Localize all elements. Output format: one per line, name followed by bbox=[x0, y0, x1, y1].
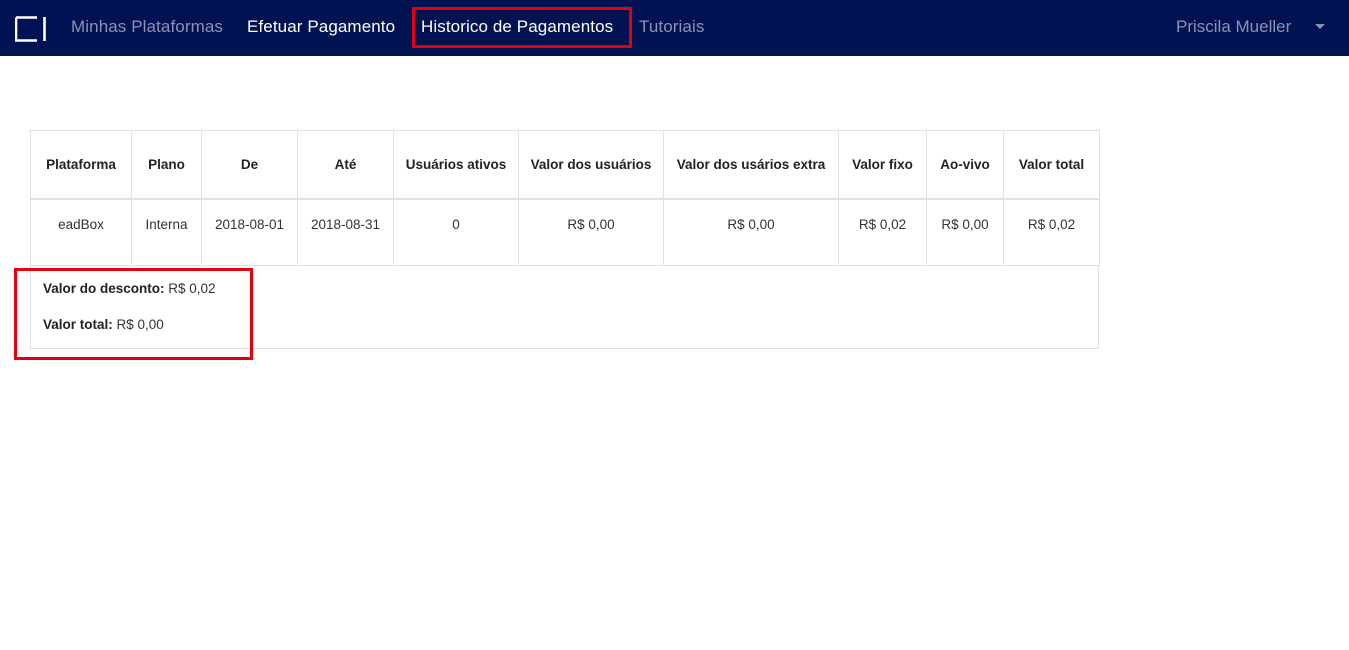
table-row: eadBox Interna 2018-08-01 2018-08-31 0 R… bbox=[30, 198, 1100, 266]
header-plataforma: Plataforma bbox=[30, 130, 132, 200]
total-line: Valor total: R$ 0,00 bbox=[43, 315, 1086, 351]
nav-minhas-plataformas[interactable]: Minhas Plataformas bbox=[71, 16, 223, 38]
brand-logo-icon[interactable] bbox=[15, 16, 47, 42]
header-valor-dos-usuarios: Valor dos usuários bbox=[518, 130, 664, 200]
chevron-down-icon[interactable] bbox=[1315, 24, 1325, 29]
payment-history-table: Plataforma Plano De Até Usuários ativos … bbox=[30, 130, 1100, 349]
nav-historico-de-pagamentos[interactable]: Historico de Pagamentos bbox=[421, 16, 613, 38]
header-ate: Até bbox=[297, 130, 394, 200]
cell-valor-fixo: R$ 0,02 bbox=[838, 198, 927, 266]
discount-line: Valor do desconto: R$ 0,02 bbox=[43, 279, 1086, 315]
cell-valor-usuarios-extra: R$ 0,00 bbox=[663, 198, 839, 266]
cell-de: 2018-08-01 bbox=[201, 198, 298, 266]
discount-label: Valor do desconto: bbox=[43, 281, 165, 296]
header-valor-fixo: Valor fixo bbox=[838, 130, 927, 200]
header-plano: Plano bbox=[131, 130, 202, 200]
header-valor-total: Valor total bbox=[1003, 130, 1100, 200]
nav-efetuar-pagamento[interactable]: Efetuar Pagamento bbox=[247, 16, 395, 38]
user-menu[interactable]: Priscila Mueller bbox=[1176, 16, 1291, 38]
nav-tutoriais[interactable]: Tutoriais bbox=[639, 16, 704, 38]
total-value: R$ 0,00 bbox=[116, 317, 164, 332]
cell-ao-vivo: R$ 0,00 bbox=[926, 198, 1004, 266]
header-de: De bbox=[201, 130, 298, 200]
table-header-row: Plataforma Plano De Até Usuários ativos … bbox=[30, 130, 1100, 200]
payment-summary: Valor do desconto: R$ 0,02 Valor total: … bbox=[30, 266, 1099, 349]
header-ao-vivo: Ao-vivo bbox=[926, 130, 1004, 200]
discount-value: R$ 0,02 bbox=[168, 281, 216, 296]
cell-valor-dos-usuarios: R$ 0,00 bbox=[518, 198, 664, 266]
header-valor-usuarios-extra: Valor dos usários extra bbox=[663, 130, 839, 200]
cell-usuarios-ativos: 0 bbox=[393, 198, 519, 266]
cell-ate: 2018-08-31 bbox=[297, 198, 394, 266]
top-navbar: Minhas Plataformas Efetuar Pagamento His… bbox=[0, 0, 1349, 56]
cell-plataforma: eadBox bbox=[30, 198, 132, 266]
header-usuarios-ativos: Usuários ativos bbox=[393, 130, 519, 200]
cell-valor-total: R$ 0,02 bbox=[1003, 198, 1100, 266]
total-label: Valor total: bbox=[43, 317, 113, 332]
cell-plano: Interna bbox=[131, 198, 202, 266]
